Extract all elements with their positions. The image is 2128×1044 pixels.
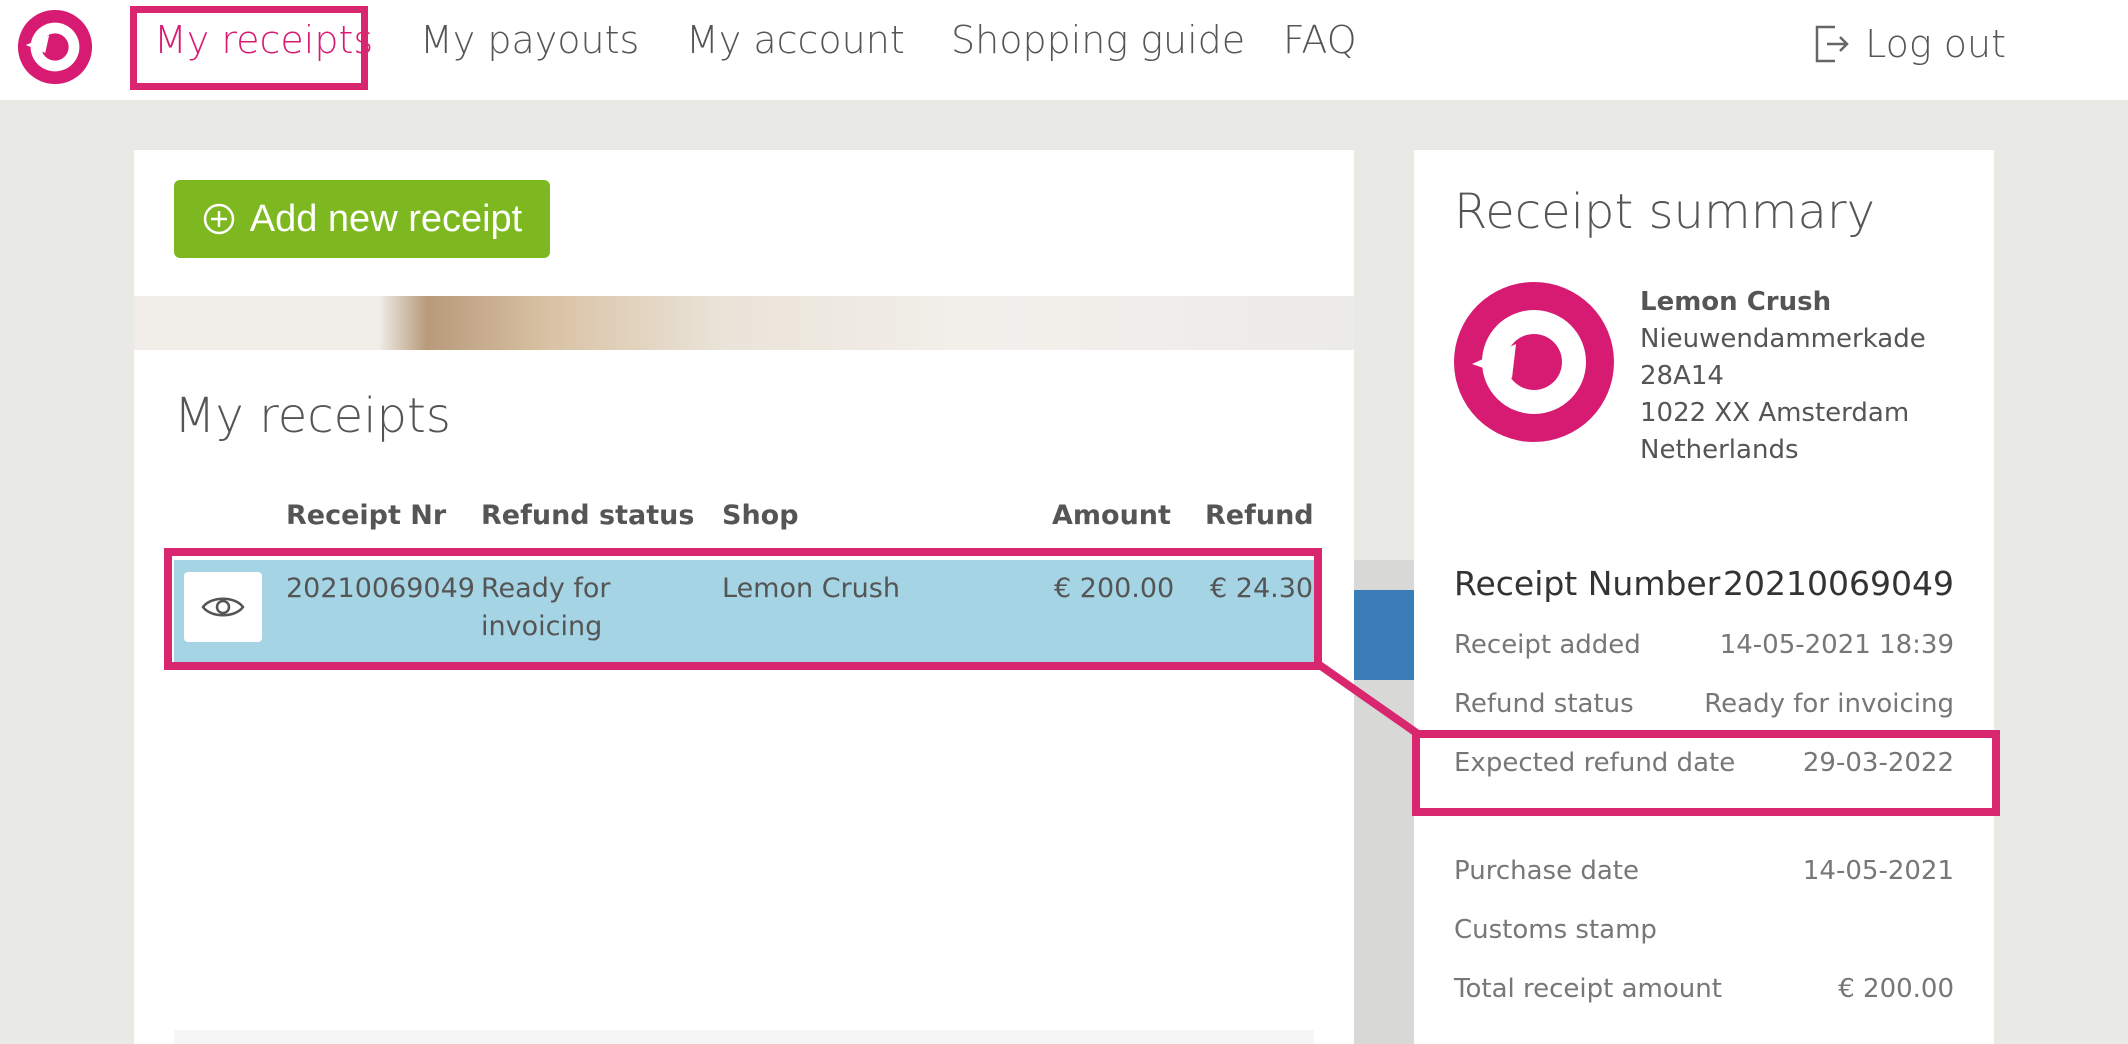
nav-highlight-box [130,6,368,90]
refund-status-label: Refund status [1454,689,1634,719]
receipts-title: My receipts [174,388,451,444]
receipts-card: My receipts Receipt Nr Refund status Sho… [134,350,1354,1044]
logout-label: Log out [1865,22,2006,66]
receipt-number-label: Receipt Number [1454,564,1721,603]
total-amount-value: € 200.00 [1838,974,1954,1004]
expected-date-highlight-box [1412,730,2000,816]
background-photo [134,296,1354,350]
brand-logo-icon[interactable] [16,8,94,86]
shop-country: Netherlands [1640,435,1799,465]
logout-icon [1815,25,1849,63]
refund-status-row: Refund status Ready for invoicing [1454,689,1954,719]
customs-stamp-row: Customs stamp [1454,915,1954,945]
purchase-date-value: 14-05-2021 [1802,856,1954,886]
shop-address: Lemon Crush Nieuwendammerkade 28A14 1022… [1640,284,1926,469]
list-footer-divider [174,1030,1314,1044]
nav-faq[interactable]: FAQ [1283,18,1357,62]
receipt-summary-card: Receipt summary Lemon Crush Nieuwendamme… [1414,150,1994,1044]
nav-my-payouts[interactable]: My payouts [420,18,639,62]
column-refund: Refund [1205,500,1314,531]
receipt-added-label: Receipt added [1454,630,1641,660]
receipt-added-value: 14-05-2021 18:39 [1719,630,1954,660]
total-amount-label: Total receipt amount [1454,974,1722,1004]
row-highlight-box [164,548,1322,670]
shop-name: Lemon Crush [1640,287,1832,317]
add-new-receipt-label: Add new receipt [249,197,523,240]
shop-street: Nieuwendammerkade [1640,324,1926,354]
plus-circle-icon [203,203,234,235]
column-receipt-nr: Receipt Nr [286,500,447,531]
add-receipt-card: Add new receipt [134,150,1354,296]
logout-button[interactable]: Log out [1813,22,2006,66]
shop-logo-icon [1454,282,1614,442]
customs-stamp-label: Customs stamp [1454,915,1657,945]
shop-city: 1022 XX Amsterdam [1640,398,1910,428]
column-shop: Shop [722,500,799,531]
receipt-number-value: 20210069049 [1723,564,1954,603]
receipt-added-row: Receipt added 14-05-2021 18:39 [1454,630,1954,660]
nav-shopping-guide[interactable]: Shopping guide [951,18,1245,62]
shop-number: 28A14 [1640,361,1724,391]
total-amount-row: Total receipt amount € 200.00 [1454,974,1954,1004]
summary-title: Receipt summary [1454,184,1876,240]
add-new-receipt-button[interactable]: Add new receipt [174,180,550,258]
column-amount: Amount [1052,500,1171,531]
nav-my-account[interactable]: My account [686,18,905,62]
background-photo-side [1354,560,1414,1044]
receipt-number-row: Receipt Number 20210069049 [1454,564,1954,603]
column-refund-status: Refund status [481,500,695,531]
refund-status-value: Ready for invoicing [1704,689,1954,719]
purchase-date-label: Purchase date [1454,856,1639,886]
purchase-date-row: Purchase date 14-05-2021 [1454,856,1954,886]
